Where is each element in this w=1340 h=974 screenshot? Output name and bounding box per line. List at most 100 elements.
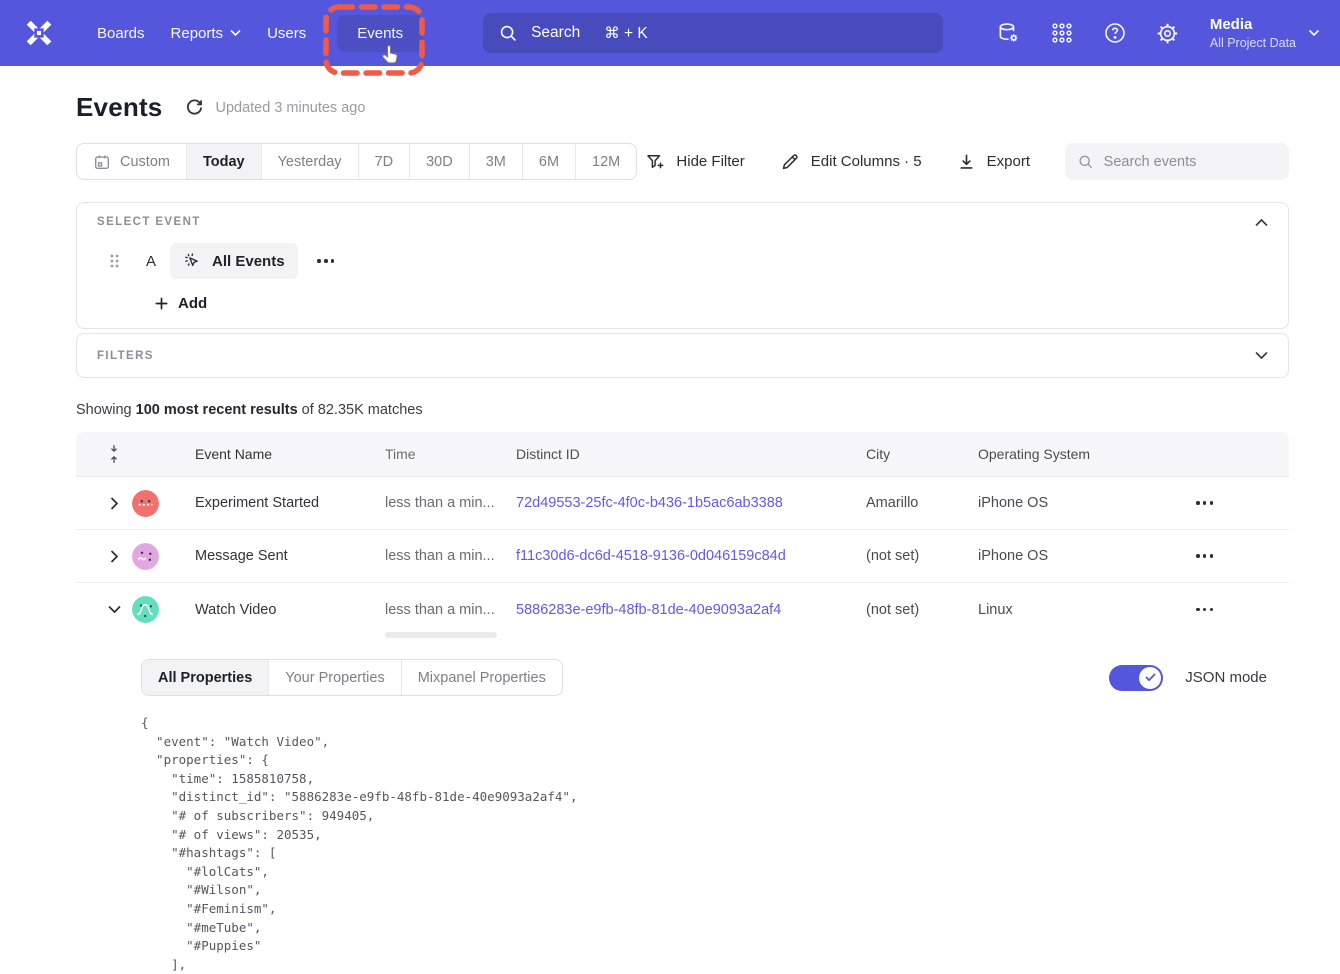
refresh-icon [185, 98, 204, 117]
row-more-menu[interactable] [1190, 604, 1219, 616]
date-custom-label: Custom [120, 154, 170, 170]
help-icon[interactable] [1102, 20, 1128, 46]
check-icon [1145, 673, 1156, 682]
summary-suffix: of 82.35K matches [298, 402, 423, 418]
date-6m[interactable]: 6M [523, 144, 576, 179]
col-event-name[interactable]: Event Name [195, 446, 385, 462]
collapse-panel-button[interactable] [1255, 218, 1268, 227]
toggle-knob [1139, 667, 1161, 689]
cell-distinct-id-link[interactable]: f11c30d6-dc6d-4518-9136-0d046159c84d [516, 548, 866, 564]
global-search[interactable]: Search ⌘ + K [483, 13, 943, 53]
row-detail-panel: All Properties Your Properties Mixpanel … [76, 636, 1289, 974]
edit-columns-button[interactable]: Edit Columns · 5 [780, 152, 922, 172]
select-event-panel: SELECT EVENT A All Events Add [76, 202, 1289, 329]
cell-time: less than a min... [385, 602, 516, 618]
nav-users-label: Users [267, 25, 306, 42]
cell-event-name: Watch Video [195, 602, 385, 618]
project-selector[interactable]: Media All Project Data [1210, 15, 1320, 51]
chevron-down-icon [230, 29, 241, 37]
cell-distinct-id-link[interactable]: 72d49553-25fc-4f0c-b436-1b5ac6ab3388 [516, 495, 866, 511]
apps-grid-icon[interactable] [1049, 20, 1075, 46]
event-more-menu[interactable] [312, 255, 341, 267]
mixpanel-logo-icon[interactable] [22, 16, 56, 50]
table-row: Experiment Started less than a min... 72… [76, 477, 1289, 530]
col-operating-system[interactable]: Operating System [978, 446, 1095, 462]
drag-handle-icon[interactable] [108, 253, 120, 269]
hide-filter-button[interactable]: Hide Filter [645, 152, 744, 172]
date-custom[interactable]: Custom [77, 144, 187, 179]
tab-all-properties[interactable]: All Properties [142, 660, 269, 695]
date-30d[interactable]: 30D [410, 144, 470, 179]
event-picker-button[interactable]: All Events [170, 243, 298, 279]
date-30d-label: 30D [426, 154, 453, 170]
data-management-icon[interactable] [996, 20, 1022, 46]
sort-arrows-icon[interactable] [107, 442, 121, 466]
col-city[interactable]: City [866, 446, 978, 462]
cell-os: iPhone OS [978, 548, 1095, 564]
title-row: Events Updated 3 minutes ago [76, 92, 1289, 123]
export-button[interactable]: Export [957, 152, 1030, 171]
collapse-row-button[interactable] [108, 605, 121, 614]
horizontal-scrollbar[interactable] [385, 632, 497, 638]
nav-users[interactable]: Users [254, 15, 319, 52]
filters-panel: FILTERS [76, 333, 1289, 378]
search-icon [499, 24, 518, 43]
filters-title: FILTERS [97, 350, 154, 362]
tab-mixpanel-properties[interactable]: Mixpanel Properties [402, 660, 562, 695]
chevron-right-icon [110, 550, 119, 563]
top-navbar: Boards Reports Users Events Search ⌘ + K [0, 0, 1340, 66]
updated-timestamp: Updated 3 minutes ago [215, 100, 365, 116]
calendar-icon [93, 153, 111, 171]
nav-boards[interactable]: Boards [84, 15, 158, 52]
json-view[interactable]: { "event": "Watch Video", "properties": … [141, 714, 1289, 974]
cell-event-name: Experiment Started [195, 495, 385, 511]
date-today[interactable]: Today [187, 144, 262, 179]
date-today-label: Today [203, 154, 245, 170]
refresh-button[interactable] [185, 98, 204, 117]
date-7d-label: 7D [375, 154, 394, 170]
cell-event-name: Message Sent [195, 548, 385, 564]
cursor-pointer-icon [378, 43, 402, 67]
search-events-input[interactable] [1104, 154, 1276, 170]
events-table: Event Name Time Distinct ID City Operati… [76, 432, 1289, 974]
json-mode-toggle[interactable] [1109, 665, 1163, 691]
settings-gear-icon[interactable] [1155, 20, 1181, 46]
chevron-down-icon [1308, 29, 1320, 37]
event-row-letter: A [146, 253, 156, 270]
tab-your-properties[interactable]: Your Properties [269, 660, 401, 695]
cell-distinct-id-link[interactable]: 5886283e-e9fb-48fb-81de-40e9093a2af4 [516, 602, 866, 618]
controls-row: Custom Today Yesterday 7D 30D 3M 6M 12M … [76, 143, 1289, 180]
row-more-menu[interactable] [1190, 550, 1219, 562]
date-12m[interactable]: 12M [576, 144, 636, 179]
cell-city: (not set) [866, 548, 978, 564]
json-mode-control: JSON mode [1109, 665, 1267, 691]
event-picker-label: All Events [212, 253, 285, 270]
tab-all-properties-label: All Properties [158, 670, 252, 686]
row-more-menu[interactable] [1190, 497, 1219, 509]
date-range-control: Custom Today Yesterday 7D 30D 3M 6M 12M [76, 143, 637, 180]
nav-events-label: Events [357, 25, 403, 42]
add-event-button[interactable]: Add [154, 295, 207, 312]
date-3m-label: 3M [486, 154, 506, 170]
cell-os: Linux [978, 602, 1095, 618]
tab-your-properties-label: Your Properties [285, 670, 384, 686]
col-time[interactable]: Time [385, 446, 516, 462]
cell-time: less than a min... [385, 548, 516, 564]
expand-row-button[interactable] [110, 497, 119, 510]
nav-reports[interactable]: Reports [158, 15, 255, 52]
date-yesterday[interactable]: Yesterday [262, 144, 359, 179]
navbar-right: Media All Project Data [996, 15, 1320, 51]
tab-mixpanel-properties-label: Mixpanel Properties [418, 670, 546, 686]
results-summary: Showing 100 most recent results of 82.35… [76, 402, 1289, 418]
nav-events-wrap: Events [337, 15, 423, 52]
cell-time: less than a min... [385, 495, 516, 511]
search-icon [1078, 153, 1094, 171]
col-distinct-id[interactable]: Distinct ID [516, 446, 866, 462]
date-7d[interactable]: 7D [359, 144, 411, 179]
primary-nav: Boards Reports Users Events [84, 15, 423, 52]
expand-filters-button[interactable] [1255, 351, 1268, 360]
download-icon [957, 152, 976, 171]
click-sparkle-icon [183, 252, 202, 271]
expand-row-button[interactable] [110, 550, 119, 563]
date-3m[interactable]: 3M [470, 144, 523, 179]
